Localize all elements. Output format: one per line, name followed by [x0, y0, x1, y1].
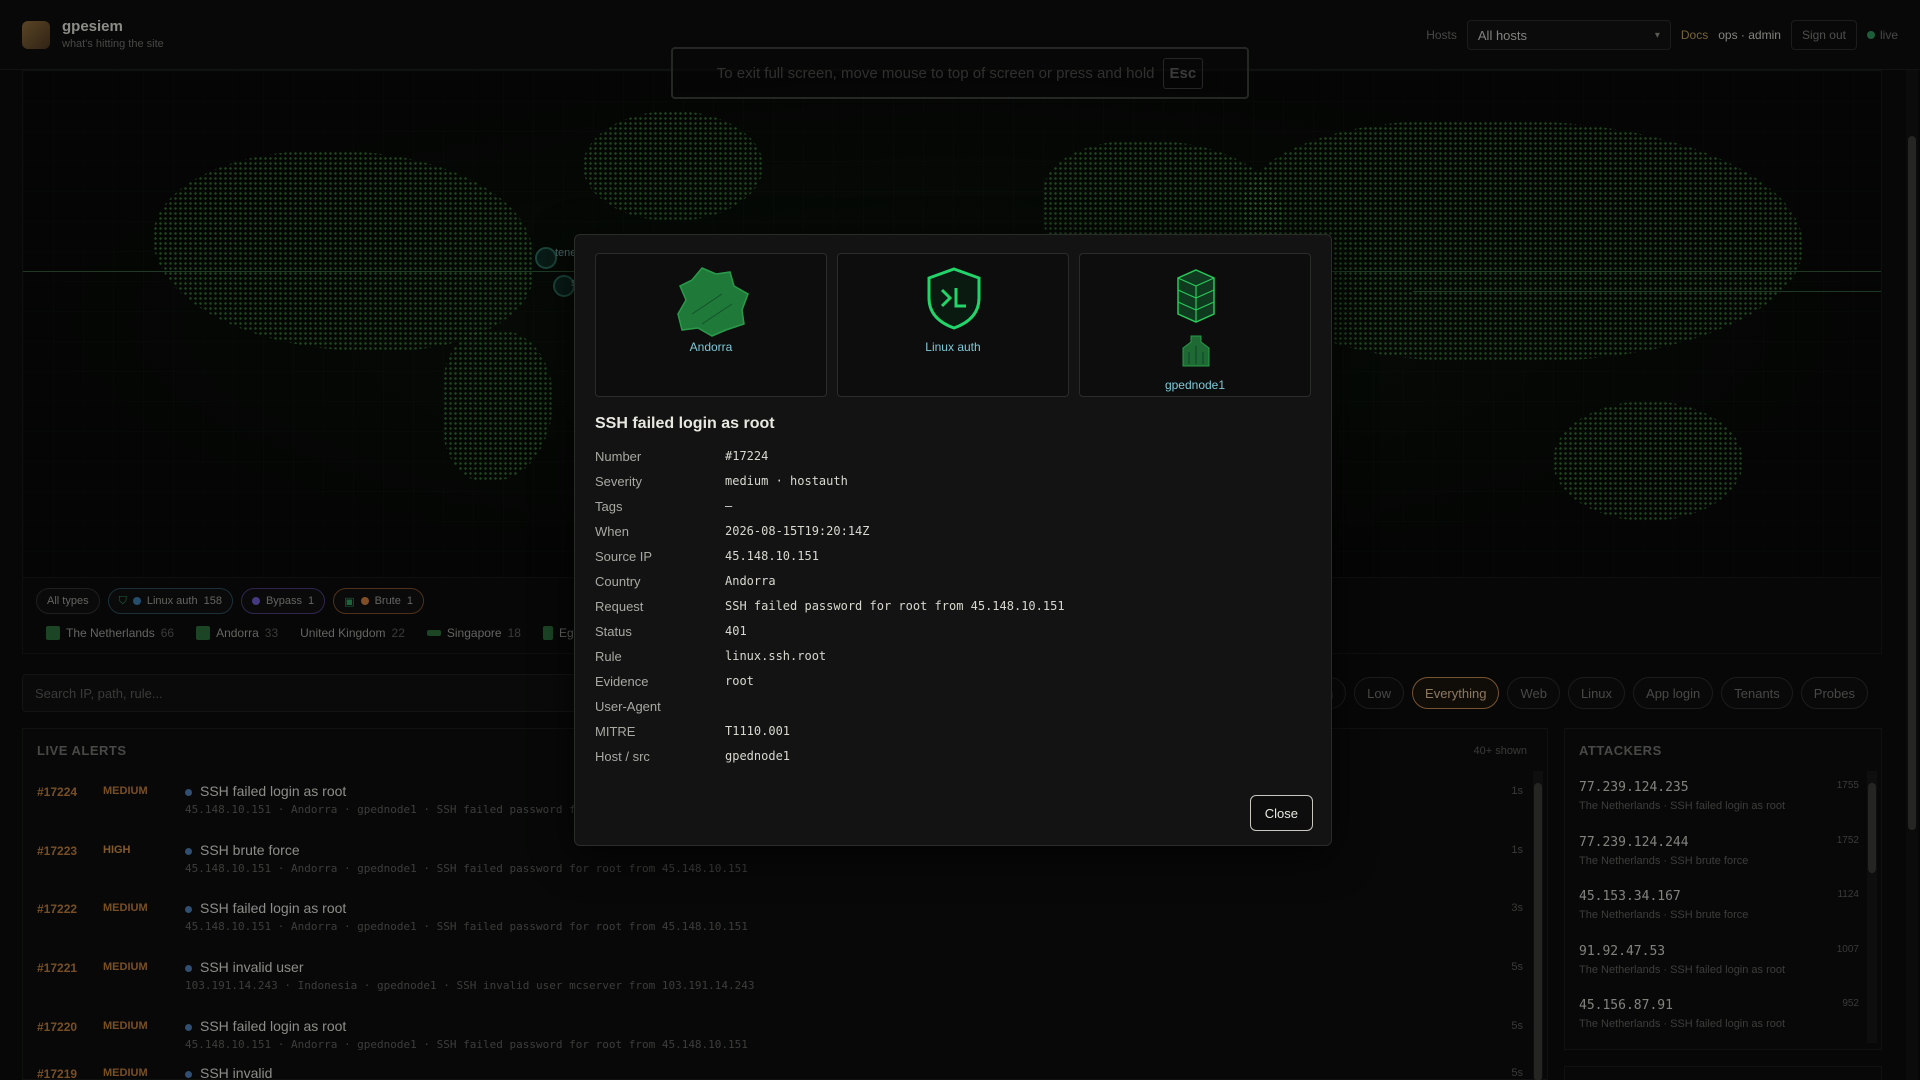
- detail-row: Country Andorra: [595, 574, 1295, 599]
- linux-shield-icon: [927, 267, 981, 330]
- detail-value: 401: [725, 624, 747, 638]
- detail-value: 2026-08-15T19:20:14Z: [725, 524, 870, 538]
- detail-key: Evidence: [595, 674, 649, 689]
- detail-key: Country: [595, 574, 641, 589]
- detail-value: medium · hostauth: [725, 474, 848, 488]
- detail-value: SSH failed password for root from 45.148…: [725, 599, 1065, 613]
- detail-key: When: [595, 524, 629, 539]
- detail-row: When 2026-08-15T19:20:14Z: [595, 524, 1295, 549]
- detail-value: linux.ssh.root: [725, 649, 827, 663]
- rule-type-card: Linux auth: [837, 253, 1069, 397]
- detail-value: root: [725, 674, 754, 688]
- host-card: gpednode1: [1079, 253, 1311, 397]
- detail-key: Status: [595, 624, 632, 639]
- server-stack-icon: [1177, 269, 1215, 323]
- detail-row: MITRE T1110.001: [595, 724, 1295, 749]
- country-card-label: Andorra: [689, 340, 733, 354]
- host-card-label: gpednode1: [1164, 378, 1226, 392]
- rule-type-card-label: Linux auth: [925, 340, 981, 354]
- detail-row: Host / src gpednode1: [595, 749, 1295, 774]
- detail-value[interactable]: 45.148.10.151: [725, 549, 819, 563]
- detail-row: User-Agent: [595, 699, 1295, 724]
- detail-value: T1110.001: [725, 724, 791, 738]
- detail-row: Evidence root: [595, 674, 1295, 699]
- modal-title: SSH failed login as root: [595, 415, 775, 432]
- detail-row: Rule linux.ssh.root: [595, 649, 1295, 674]
- modal-cards: Andorra Linux auth gpednode1: [595, 253, 1311, 397]
- alert-detail-modal: Andorra Linux auth gpednode1 SSH failed …: [574, 234, 1332, 846]
- detail-key: User-Agent: [595, 699, 661, 714]
- detail-row: Request SSH failed password for root from…: [595, 599, 1295, 624]
- detail-key: MITRE: [595, 724, 636, 739]
- andorra-map-icon: [677, 267, 749, 337]
- detail-key: Severity: [595, 474, 642, 489]
- detail-row: Source IP 45.148.10.151: [595, 549, 1295, 574]
- detail-value: gpednode1: [725, 749, 791, 763]
- detail-row: Severity medium · hostauth: [595, 474, 1295, 499]
- detail-value: #17224: [725, 449, 769, 463]
- detail-key: Host / src: [595, 749, 650, 764]
- country-card: Andorra: [595, 253, 827, 397]
- detail-key: Rule: [595, 649, 622, 664]
- detail-key: Source IP: [595, 549, 653, 564]
- detail-row: Status 401: [595, 624, 1295, 649]
- detail-key: Tags: [595, 499, 623, 514]
- detail-row: Number #17224: [595, 449, 1295, 474]
- detail-value: —: [725, 499, 733, 513]
- detail-key: Number: [595, 449, 642, 464]
- detail-value: Andorra: [725, 574, 776, 588]
- detail-row: Tags —: [595, 499, 1295, 524]
- close-button[interactable]: Close: [1249, 795, 1313, 831]
- host-building-icon: [1182, 335, 1210, 367]
- detail-key: Request: [595, 599, 644, 614]
